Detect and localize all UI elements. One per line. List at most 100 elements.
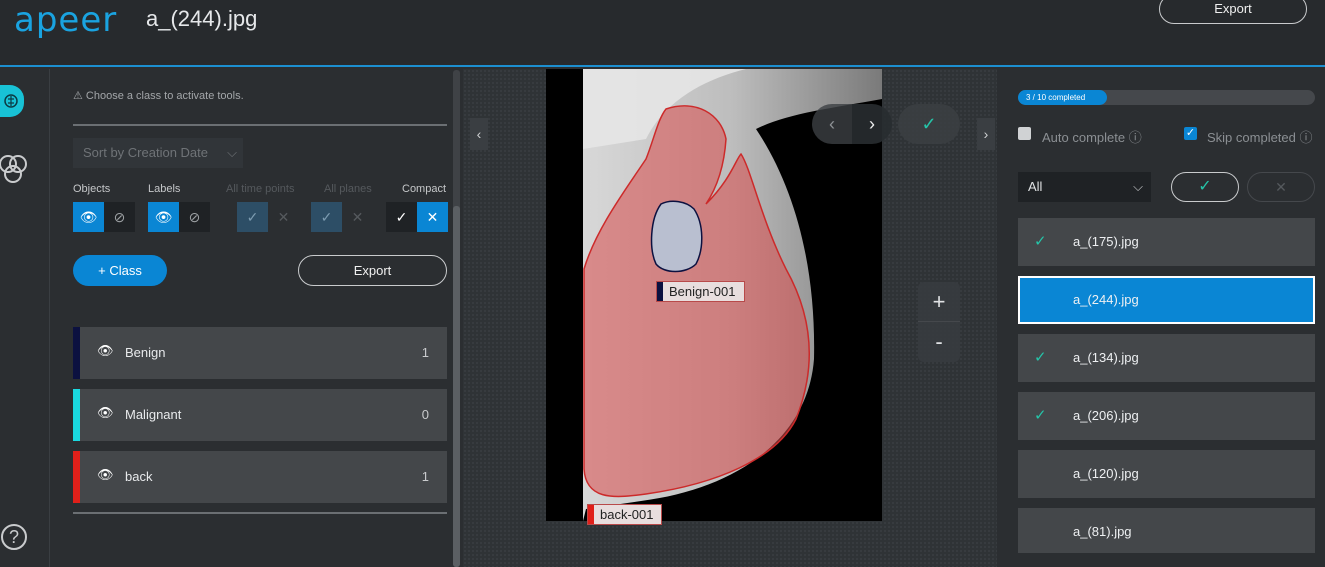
annotation-color-tab: [657, 282, 663, 301]
zoom-in-button[interactable]: +: [918, 282, 960, 322]
chevron-down-icon: ⌵: [227, 145, 237, 160]
compact-off-toggle[interactable]: ✕: [417, 202, 448, 232]
file-list-item[interactable]: a_(81).jpg: [1018, 508, 1315, 553]
all-planes-off-toggle: ✕: [342, 202, 373, 232]
check-icon: ✓: [1198, 178, 1212, 195]
eye-icon[interactable]: 👁: [97, 467, 114, 483]
chevron-left-icon: ‹: [829, 114, 835, 134]
file-name: a_(206).jpg: [1073, 408, 1139, 423]
skip-completed-checkbox[interactable]: ✓: [1184, 127, 1197, 140]
venn-icon[interactable]: [0, 152, 30, 188]
help-icon[interactable]: ?: [1, 524, 27, 550]
objects-show-toggle[interactable]: 👁: [73, 202, 104, 232]
file-list-item[interactable]: ✓ a_(175).jpg: [1018, 218, 1315, 266]
objects-hide-toggle[interactable]: ⊘: [104, 202, 135, 232]
eye-slash-icon: ⊘: [113, 209, 126, 225]
eye-icon: 👁: [154, 209, 173, 225]
annotation-text: back-001: [600, 507, 654, 522]
chevron-down-icon: ⌵: [1133, 179, 1143, 194]
brain-icon[interactable]: [0, 85, 24, 117]
file-list-item[interactable]: ✓ a_(134).jpg: [1018, 334, 1315, 382]
compact-label: Compact: [402, 183, 447, 195]
close-icon: ✕: [426, 209, 439, 225]
annotation-label-back[interactable]: back-001: [587, 504, 663, 525]
mark-complete-button[interactable]: ✓: [898, 104, 960, 144]
apeer-logo[interactable]: apeer: [14, 0, 117, 40]
close-icon: ✕: [1275, 179, 1287, 195]
check-icon: ✓: [1034, 233, 1047, 250]
all-time-points-on-toggle: ✓: [237, 202, 268, 232]
eye-slash-icon: ⊘: [188, 209, 201, 225]
class-color-swatch: [73, 327, 80, 379]
labels-label: Labels: [148, 183, 181, 195]
check-icon: ✓: [921, 114, 937, 134]
class-color-swatch: [73, 451, 80, 503]
reject-button[interactable]: ✕: [1247, 172, 1315, 202]
all-time-points-off-toggle: ✕: [268, 202, 299, 232]
approve-button[interactable]: ✓: [1171, 172, 1239, 202]
file-name: a_(134).jpg: [1073, 350, 1139, 365]
file-list-item[interactable]: ✓ a_(206).jpg: [1018, 392, 1315, 440]
check-icon: ✓: [1185, 127, 1196, 139]
tools-warning: ⚠ Choose a class to activate tools.: [73, 90, 244, 102]
check-icon: ✓: [320, 209, 333, 225]
labels-hide-toggle[interactable]: ⊘: [179, 202, 210, 232]
check-icon: ✓: [246, 209, 259, 225]
divider: [73, 124, 447, 126]
class-row-malignant[interactable]: 👁 Malignant 0: [73, 389, 447, 441]
annotation-text: Benign-001: [669, 284, 736, 299]
class-color-swatch: [73, 389, 80, 441]
collapse-left-panel-button[interactable]: ‹: [470, 118, 488, 150]
zoom-out-button[interactable]: -: [918, 322, 960, 362]
check-icon: ✓: [1034, 349, 1047, 366]
close-icon: ✕: [351, 209, 364, 225]
previous-image-button[interactable]: ‹: [812, 104, 852, 144]
auto-complete-checkbox[interactable]: [1018, 127, 1031, 140]
file-name: a_(244).jpg: [1073, 292, 1139, 307]
divider: [73, 512, 447, 514]
sort-dropdown[interactable]: Sort by Creation Date ⌵: [73, 138, 243, 168]
progress-bar: 3 / 10 completed: [1018, 90, 1315, 105]
add-class-button[interactable]: + Class: [73, 255, 167, 286]
chevron-right-icon: ›: [983, 126, 989, 142]
collapse-right-panel-button[interactable]: ›: [977, 118, 995, 150]
class-name: back: [125, 469, 153, 484]
next-image-button[interactable]: ›: [852, 104, 892, 144]
file-name: a_(175).jpg: [1073, 234, 1139, 249]
annotation-color-tab: [588, 505, 594, 524]
file-list-item[interactable]: a_(120).jpg: [1018, 450, 1315, 498]
all-planes-label: All planes: [324, 183, 372, 195]
auto-complete-label: Auto complete ⓘ: [1042, 130, 1142, 145]
class-count: 1: [421, 345, 429, 360]
class-export-button[interactable]: Export: [298, 255, 447, 286]
export-button[interactable]: Export: [1159, 0, 1307, 24]
toolbar-remnant: [73, 69, 447, 77]
file-list-item-selected[interactable]: a_(244).jpg: [1018, 276, 1315, 324]
eye-icon[interactable]: 👁: [97, 405, 114, 421]
annotation-label-benign[interactable]: Benign-001: [656, 281, 745, 302]
scrollbar-thumb[interactable]: [453, 206, 460, 567]
top-bar: apeer a_(244).jpg Export: [0, 0, 1325, 67]
file-name: a_(81).jpg: [1073, 524, 1132, 539]
chevron-left-icon: ‹: [476, 126, 482, 142]
class-name: Malignant: [125, 407, 182, 422]
filter-value: All: [1028, 179, 1043, 194]
file-name: a_(120).jpg: [1073, 466, 1139, 481]
eye-icon[interactable]: 👁: [97, 343, 114, 359]
check-icon: ✓: [395, 209, 408, 225]
chevron-right-icon: ›: [869, 114, 875, 134]
filter-dropdown[interactable]: All ⌵: [1018, 172, 1151, 202]
page-title: a_(244).jpg: [146, 6, 258, 31]
all-time-points-label: All time points: [226, 183, 295, 195]
eye-icon: 👁: [79, 209, 98, 225]
compact-on-toggle[interactable]: ✓: [386, 202, 417, 232]
class-row-back[interactable]: 👁 back 1: [73, 451, 447, 503]
close-icon: ✕: [277, 209, 290, 225]
labels-show-toggle[interactable]: 👁: [148, 202, 179, 232]
left-rail: [0, 69, 50, 567]
all-planes-on-toggle: ✓: [311, 202, 342, 232]
objects-label: Objects: [73, 183, 111, 195]
class-row-benign[interactable]: 👁 Benign 1: [73, 327, 447, 379]
skip-completed-label: Skip completed ⓘ: [1207, 130, 1313, 145]
check-icon: ✓: [1034, 407, 1047, 424]
